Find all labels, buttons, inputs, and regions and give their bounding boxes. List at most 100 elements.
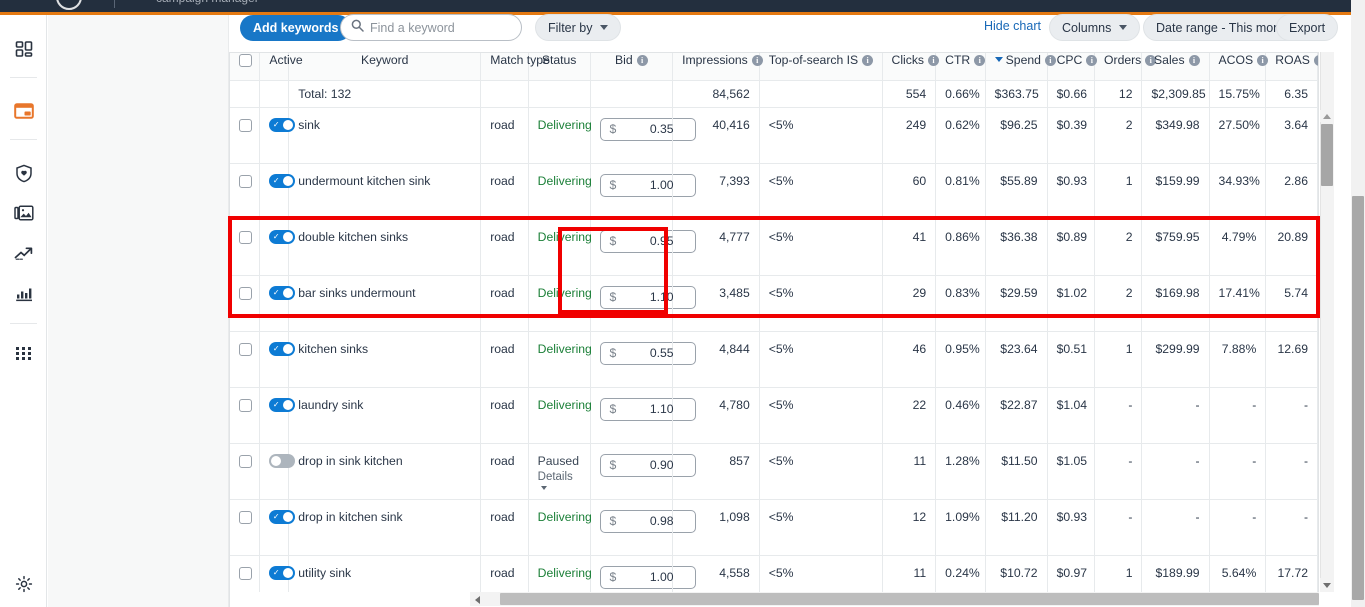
top-of-search-is-cell: <5% [759,331,883,388]
column-header-impressions[interactable]: Impressions i [672,53,763,81]
totals-tos-is [759,80,883,108]
column-header-spend[interactable]: Spend i [985,53,1056,81]
sidebar-item-brand-protection[interactable] [0,153,47,193]
row-checkbox[interactable] [239,454,252,468]
sales-cell: $299.99 [1141,331,1210,388]
sidebar-item-trends[interactable] [0,233,47,273]
columns-button[interactable]: Columns [1049,14,1141,41]
brand-logo-icon[interactable] [56,0,82,10]
active-toggle[interactable] [269,286,296,301]
sidebar-item-advertising[interactable] [0,91,47,131]
sidebar-item-apps[interactable] [0,335,47,375]
table-row[interactable]: drop in kitchen sinkroadDelivering$0.981… [230,499,1318,556]
row-checkbox[interactable] [239,398,252,412]
sidebar-item-reports[interactable] [0,273,47,313]
dashboard-grid-icon [15,40,33,58]
export-button[interactable]: Export [1276,14,1339,41]
row-checkbox[interactable] [239,566,252,580]
column-header-ctr[interactable]: CTR i [935,53,986,81]
hide-chart-link[interactable]: Hide chart [984,19,1041,33]
column-header-bid[interactable]: Bid i [590,53,674,81]
row-checkbox[interactable] [239,118,252,132]
info-icon[interactable]: i [974,55,986,66]
row-checkbox[interactable] [239,510,252,524]
table-scroll-up-button[interactable] [1320,110,1334,122]
column-header-tos_is[interactable]: Top-of-search IS i [759,53,883,81]
table-scroll-down-button[interactable] [1320,578,1334,592]
filter-by-button[interactable]: Filter by [535,14,622,41]
add-keywords-button[interactable]: Add keywords [240,15,352,41]
active-toggle[interactable] [269,398,296,413]
select-all-checkbox[interactable] [239,54,252,68]
sales-cell: - [1141,443,1210,500]
info-icon[interactable]: i [636,55,648,66]
secondary-nav-panel [48,15,229,607]
header-divider [114,0,115,8]
info-icon[interactable]: i [1086,55,1098,66]
cpc-cell: $1.05 [1047,443,1096,500]
row-checkbox[interactable] [239,230,252,244]
roas-cell: 20.89 [1265,219,1318,276]
sidebar-item-creatives[interactable] [0,193,47,233]
roas-cell: 3.64 [1265,107,1318,164]
row-checkbox[interactable] [239,286,252,300]
row-active-cell [259,107,296,164]
active-toggle[interactable] [269,454,296,469]
table-row[interactable]: undermount kitchen sinkroadDelivering$1.… [230,163,1318,220]
status-details-dropdown[interactable]: Details [538,471,581,495]
row-checkbox[interactable] [239,342,252,356]
keyword-cell: drop in sink kitchen [288,443,482,500]
info-icon[interactable]: i [1044,55,1056,66]
keyword-search[interactable] [340,14,531,41]
info-icon[interactable]: i [1188,55,1200,66]
top-of-search-is-cell: <5% [759,499,883,556]
search-input[interactable] [370,20,531,35]
table-row[interactable]: laundry sinkroadDelivering$1.104,780<5%2… [230,387,1318,444]
sidebar-item-settings[interactable] [0,564,47,604]
row-select-cell [230,107,261,164]
active-toggle[interactable] [269,510,296,525]
bid-cell: $0.95 [590,219,696,276]
table-horizontal-scrollbar-thumb[interactable] [500,593,1319,605]
info-icon[interactable]: i [928,55,940,66]
table-row[interactable]: sinkroadDelivering$0.3540,416<5%2490.62%… [230,107,1318,164]
column-header-clicks[interactable]: Clicks i [882,53,940,81]
table-row[interactable]: double kitchen sinksroadDelivering$0.954… [230,219,1318,276]
active-toggle[interactable] [269,342,296,357]
sidebar-item-dashboard[interactable] [0,29,47,69]
info-icon[interactable]: i [751,55,763,66]
sales-cell: - [1141,499,1210,556]
orders-cell: 1 [1094,555,1143,592]
table-row[interactable]: kitchen sinksroadDelivering$0.554,844<5%… [230,331,1318,388]
column-header-select[interactable] [230,53,261,81]
column-header-match_type[interactable]: Match type [480,53,550,81]
column-header-orders[interactable]: Orders i [1094,53,1157,81]
bid-value: 1.10 [649,290,674,304]
table-row[interactable]: utility sinkroadDelivering$1.004,558<5%1… [230,555,1318,592]
status-cell: Delivering [528,107,592,164]
table-row[interactable]: bar sinks undermountroadDelivering$1.103… [230,275,1318,332]
info-icon[interactable]: i [862,55,874,66]
column-header-keyword[interactable]: Keyword [288,53,482,81]
column-header-label: Top-of-search IS [768,53,859,67]
impressions-cell: 7,393 [672,163,760,220]
active-toggle[interactable] [269,230,296,245]
column-header-roas[interactable]: ROASi [1265,53,1318,81]
active-toggle[interactable] [269,566,296,581]
table-vertical-scrollbar-thumb[interactable] [1321,124,1333,186]
table-scroll-left-button[interactable] [470,592,485,606]
active-toggle[interactable] [269,174,296,189]
page-scrollbar-thumb[interactable] [1352,196,1364,600]
row-checkbox[interactable] [239,174,252,188]
table-row[interactable]: drop in sink kitchen road Paused Details $0.… [230,443,1318,500]
keyword-cell: double kitchen sinks [288,219,482,276]
ctr-cell: 0.62% [935,107,986,164]
info-icon[interactable]: i [1257,55,1269,66]
column-header-acos[interactable]: ACOS i [1209,53,1269,81]
export-label: Export [1289,20,1326,35]
info-icon[interactable]: i [1313,55,1318,66]
impressions-cell: 4,777 [672,219,760,276]
active-toggle[interactable] [269,118,296,133]
column-header-active[interactable]: Active [259,53,303,81]
totals-bid [590,80,674,108]
